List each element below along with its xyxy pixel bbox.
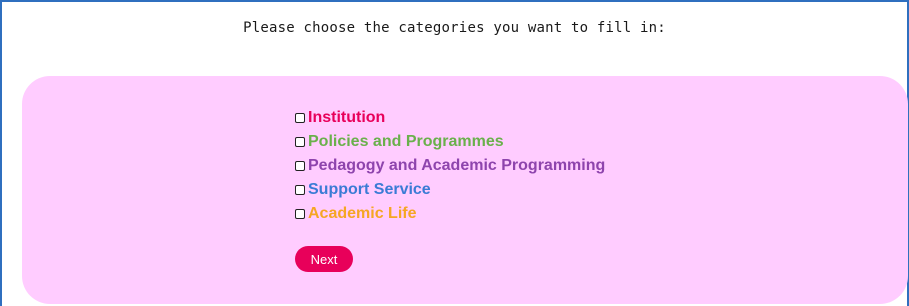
category-option-academic-life[interactable]: Academic Life: [295, 202, 605, 226]
academic-life-label[interactable]: Academic Life: [308, 205, 416, 223]
support-service-label[interactable]: Support Service: [308, 181, 431, 199]
policies-and-programmes-label[interactable]: Policies and Programmes: [308, 133, 504, 151]
support-service-checkbox[interactable]: [295, 185, 305, 195]
category-option-institution[interactable]: Institution: [295, 106, 605, 130]
institution-label[interactable]: Institution: [308, 109, 385, 127]
academic-life-checkbox[interactable]: [295, 209, 305, 219]
category-option-policies-and-programmes[interactable]: Policies and Programmes: [295, 130, 605, 154]
pedagogy-and-academic-programming-label[interactable]: Pedagogy and Academic Programming: [308, 157, 605, 175]
pedagogy-and-academic-programming-checkbox[interactable]: [295, 161, 305, 171]
form-prompt: Please choose the categories you want to…: [243, 20, 666, 36]
institution-checkbox[interactable]: [295, 113, 305, 123]
category-options: Institution Policies and Programmes Peda…: [295, 106, 605, 226]
next-button[interactable]: Next: [295, 246, 353, 272]
category-option-pedagogy-and-academic-programming[interactable]: Pedagogy and Academic Programming: [295, 154, 605, 178]
category-option-support-service[interactable]: Support Service: [295, 178, 605, 202]
policies-and-programmes-checkbox[interactable]: [295, 137, 305, 147]
